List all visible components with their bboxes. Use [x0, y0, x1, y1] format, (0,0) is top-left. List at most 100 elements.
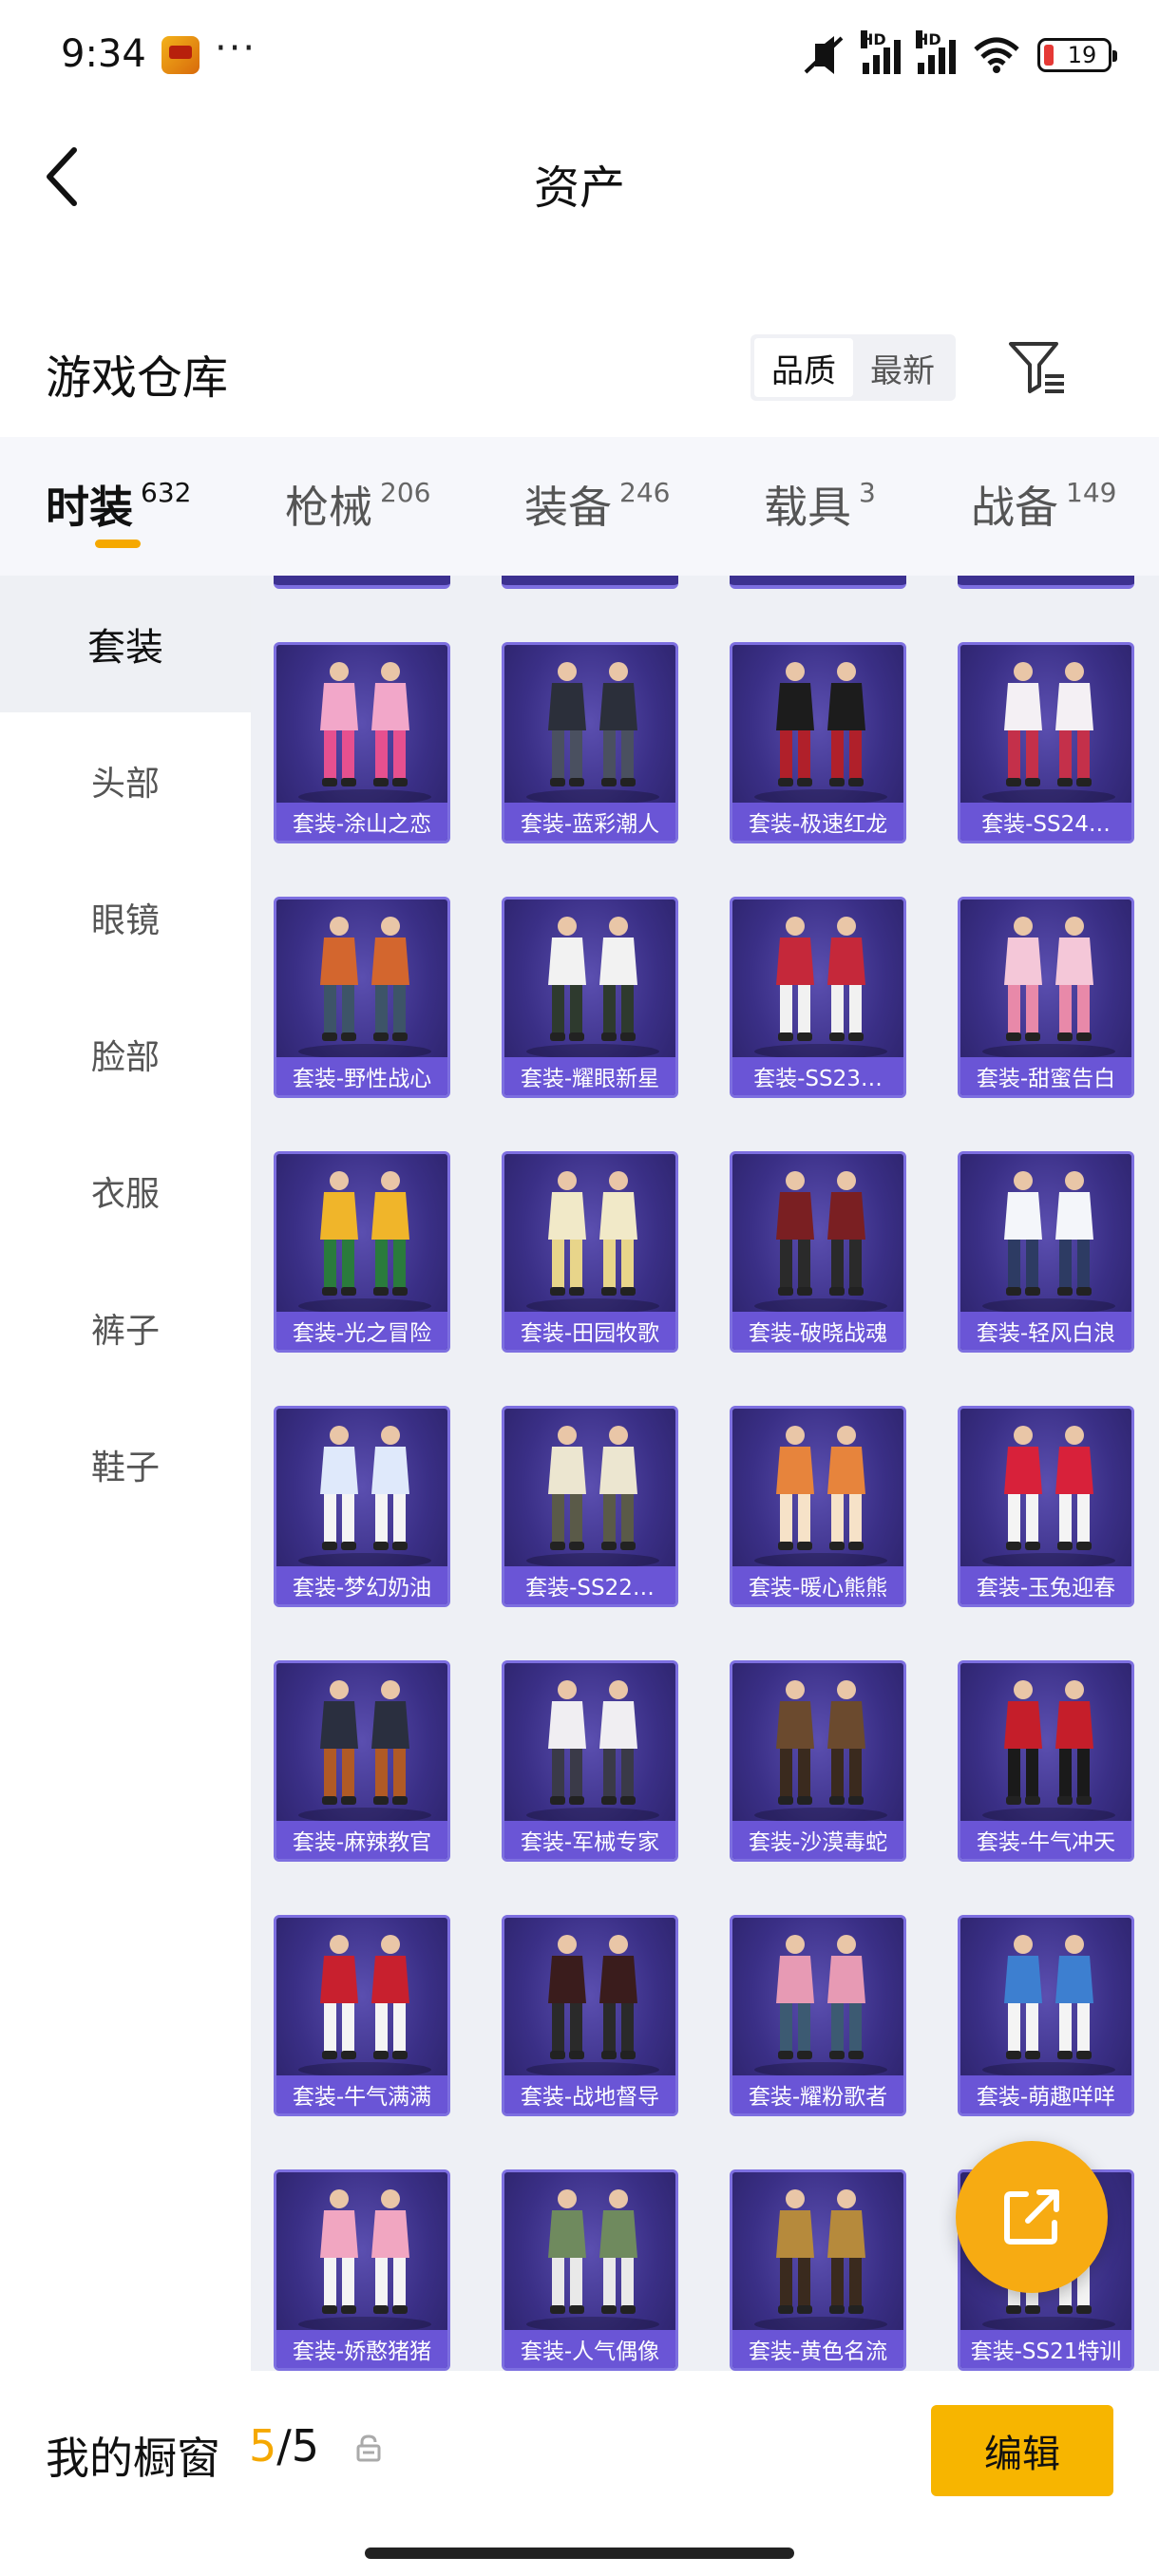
partial-item-card[interactable]	[502, 576, 678, 589]
sidebar-item-pants[interactable]: 裤子	[0, 1260, 251, 1396]
item-card[interactable]: 套装-SS22…	[502, 1406, 678, 1607]
outfit-image	[526, 1426, 659, 1568]
item-card[interactable]: 套装-麻辣教官	[274, 1660, 450, 1862]
share-button[interactable]	[956, 2141, 1108, 2293]
item-card-footer: 套装-SS23…	[732, 1057, 903, 1095]
item-card[interactable]: 套装-梦幻奶油	[274, 1406, 450, 1607]
outfit-image	[298, 917, 431, 1059]
outfit-image	[982, 1935, 1115, 2077]
sidebar-item-head[interactable]: 头部	[0, 712, 251, 849]
outfit-image	[526, 1935, 659, 2077]
item-card[interactable]: 套装-蓝彩潮人	[502, 642, 678, 843]
status-icons: HD HD 19	[800, 30, 1117, 76]
status-bar: 9:34 ··· HD HD 19	[0, 0, 1159, 112]
item-card-footer: 套装-耀眼新星	[504, 1057, 675, 1095]
item-card-label: 套装-耀粉歌者	[748, 2085, 888, 2110]
item-card-footer: 套装-耀粉歌者	[732, 2075, 903, 2113]
item-card-footer: 套装-黄色名流	[732, 2330, 903, 2368]
tab-equipment[interactable]: 装备 246	[524, 473, 670, 536]
sidebar-item-shoes[interactable]: 鞋子	[0, 1396, 251, 1533]
category-tabs: 时装 632 枪械 206 装备 246 载具 3 战备 149	[0, 437, 1159, 576]
item-card[interactable]: 套装-涂山之恋	[274, 642, 450, 843]
item-card[interactable]: 套装-极速红龙	[730, 642, 906, 843]
item-card-footer: 套装-梦幻奶油	[276, 1566, 447, 1604]
outfit-image	[982, 1426, 1115, 1568]
item-card-label: 套装-战地督导	[520, 2085, 660, 2110]
item-card[interactable]: 套装-人气偶像	[502, 2169, 678, 2371]
filter-icon[interactable]	[1007, 338, 1068, 397]
item-card[interactable]: 套装-破晓战魂	[730, 1151, 906, 1353]
partial-item-card[interactable]	[958, 576, 1134, 589]
item-card-footer: 套装-轻风白浪	[960, 1312, 1131, 1350]
tab-fashion[interactable]: 时装 632	[46, 473, 191, 536]
sidebar-item-set[interactable]: 套装	[0, 576, 251, 712]
edit-button[interactable]: 编辑	[931, 2405, 1113, 2496]
sort-newest-button[interactable]: 最新	[853, 338, 952, 397]
outfit-image	[754, 1935, 887, 2077]
outfit-image	[526, 1171, 659, 1314]
item-card-footer: 套装-光之冒险	[276, 1312, 447, 1350]
item-card[interactable]: 套装-沙漠毒蛇	[730, 1660, 906, 1862]
item-card[interactable]: 套装-光之冒险	[274, 1151, 450, 1353]
item-card-footer: 套装-娇憨猪猪	[276, 2330, 447, 2368]
item-card[interactable]: 套装-耀眼新星	[502, 897, 678, 1098]
sidebar-item-glasses[interactable]: 眼镜	[0, 849, 251, 986]
item-card-label: 套装-田园牧歌	[520, 1321, 660, 1346]
outfit-image	[982, 662, 1115, 805]
outfit-image	[298, 1935, 431, 2077]
item-card-footer: 套装-SS21特训	[960, 2330, 1131, 2368]
more-notifications-icon: ···	[215, 27, 257, 70]
wardrobe-label: 我的橱窗	[46, 2433, 220, 2484]
partial-item-card[interactable]	[730, 576, 906, 589]
item-card-label: 套装-蓝彩潮人	[520, 812, 660, 837]
item-card-label: 套装-人气偶像	[520, 2339, 660, 2364]
item-card[interactable]: 套装-野性战心	[274, 897, 450, 1098]
outfit-image	[754, 2189, 887, 2332]
item-card[interactable]: 套装-暖心熊熊	[730, 1406, 906, 1607]
item-card[interactable]: 套装-战地督导	[502, 1915, 678, 2116]
sidebar-item-face[interactable]: 脸部	[0, 986, 251, 1123]
outfit-image	[526, 662, 659, 805]
item-card[interactable]: 套装-黄色名流	[730, 2169, 906, 2371]
outfit-image	[298, 1171, 431, 1314]
item-card[interactable]: 套装-田园牧歌	[502, 1151, 678, 1353]
wardrobe-count: 5/5	[249, 2420, 320, 2472]
item-card[interactable]: 套装-萌趣咩咩	[958, 1915, 1134, 2116]
item-card[interactable]: 套装-轻风白浪	[958, 1151, 1134, 1353]
item-card[interactable]: 套装-耀粉歌者	[730, 1915, 906, 2116]
item-card[interactable]: 套装-玉兔迎春	[958, 1406, 1134, 1607]
sidebar-item-clothes[interactable]: 衣服	[0, 1123, 251, 1260]
item-card[interactable]: 套装-牛气冲天	[958, 1660, 1134, 1862]
status-time: 9:34	[61, 32, 146, 76]
item-card[interactable]: 套装-军械专家	[502, 1660, 678, 1862]
item-card-footer: 套装-人气偶像	[504, 2330, 675, 2368]
outfit-image	[982, 1680, 1115, 1823]
item-card[interactable]: 套装-牛气满满	[274, 1915, 450, 2116]
item-card-footer: 套装-牛气满满	[276, 2075, 447, 2113]
item-card[interactable]: 套装-SS24…	[958, 642, 1134, 843]
app-notification-icon	[162, 36, 200, 74]
sort-quality-button[interactable]: 品质	[754, 338, 853, 397]
item-grid: 套装-涂山之恋 套装-蓝彩潮人 套装-极速红龙 套装-SS24… 套装-野性战心套装-耀…	[251, 576, 1159, 2371]
partial-item-card[interactable]	[274, 576, 450, 589]
item-card-label: 套装-梦幻奶油	[292, 1576, 432, 1601]
tab-vehicles[interactable]: 载具 3	[764, 473, 876, 536]
item-card-label: 套装-涂山之恋	[292, 812, 432, 837]
item-card-label: 套装-军械专家	[520, 1830, 660, 1855]
item-card-footer: 套装-蓝彩潮人	[504, 803, 675, 841]
warehouse-title: 游戏仓库	[46, 351, 229, 405]
item-card-footer: 套装-战地督导	[504, 2075, 675, 2113]
item-card-label: 套装-牛气冲天	[976, 1830, 1116, 1855]
tab-combat-supplies[interactable]: 战备 149	[971, 473, 1116, 536]
bottom-bar: 我的橱窗 5/5 编辑	[0, 2371, 1159, 2576]
item-card[interactable]: 套装-娇憨猪猪	[274, 2169, 450, 2371]
outfit-image	[754, 1680, 887, 1823]
outfit-image	[526, 1680, 659, 1823]
tab-firearms[interactable]: 枪械 206	[285, 473, 430, 536]
item-card-label: 套装-SS22…	[525, 1576, 655, 1601]
item-card[interactable]: 套装-甜蜜告白	[958, 897, 1134, 1098]
mute-icon	[804, 36, 844, 74]
item-card-label: 套装-破晓战魂	[748, 1321, 888, 1346]
item-card[interactable]: 套装-SS23…	[730, 897, 906, 1098]
item-card-footer: 套装-涂山之恋	[276, 803, 447, 841]
